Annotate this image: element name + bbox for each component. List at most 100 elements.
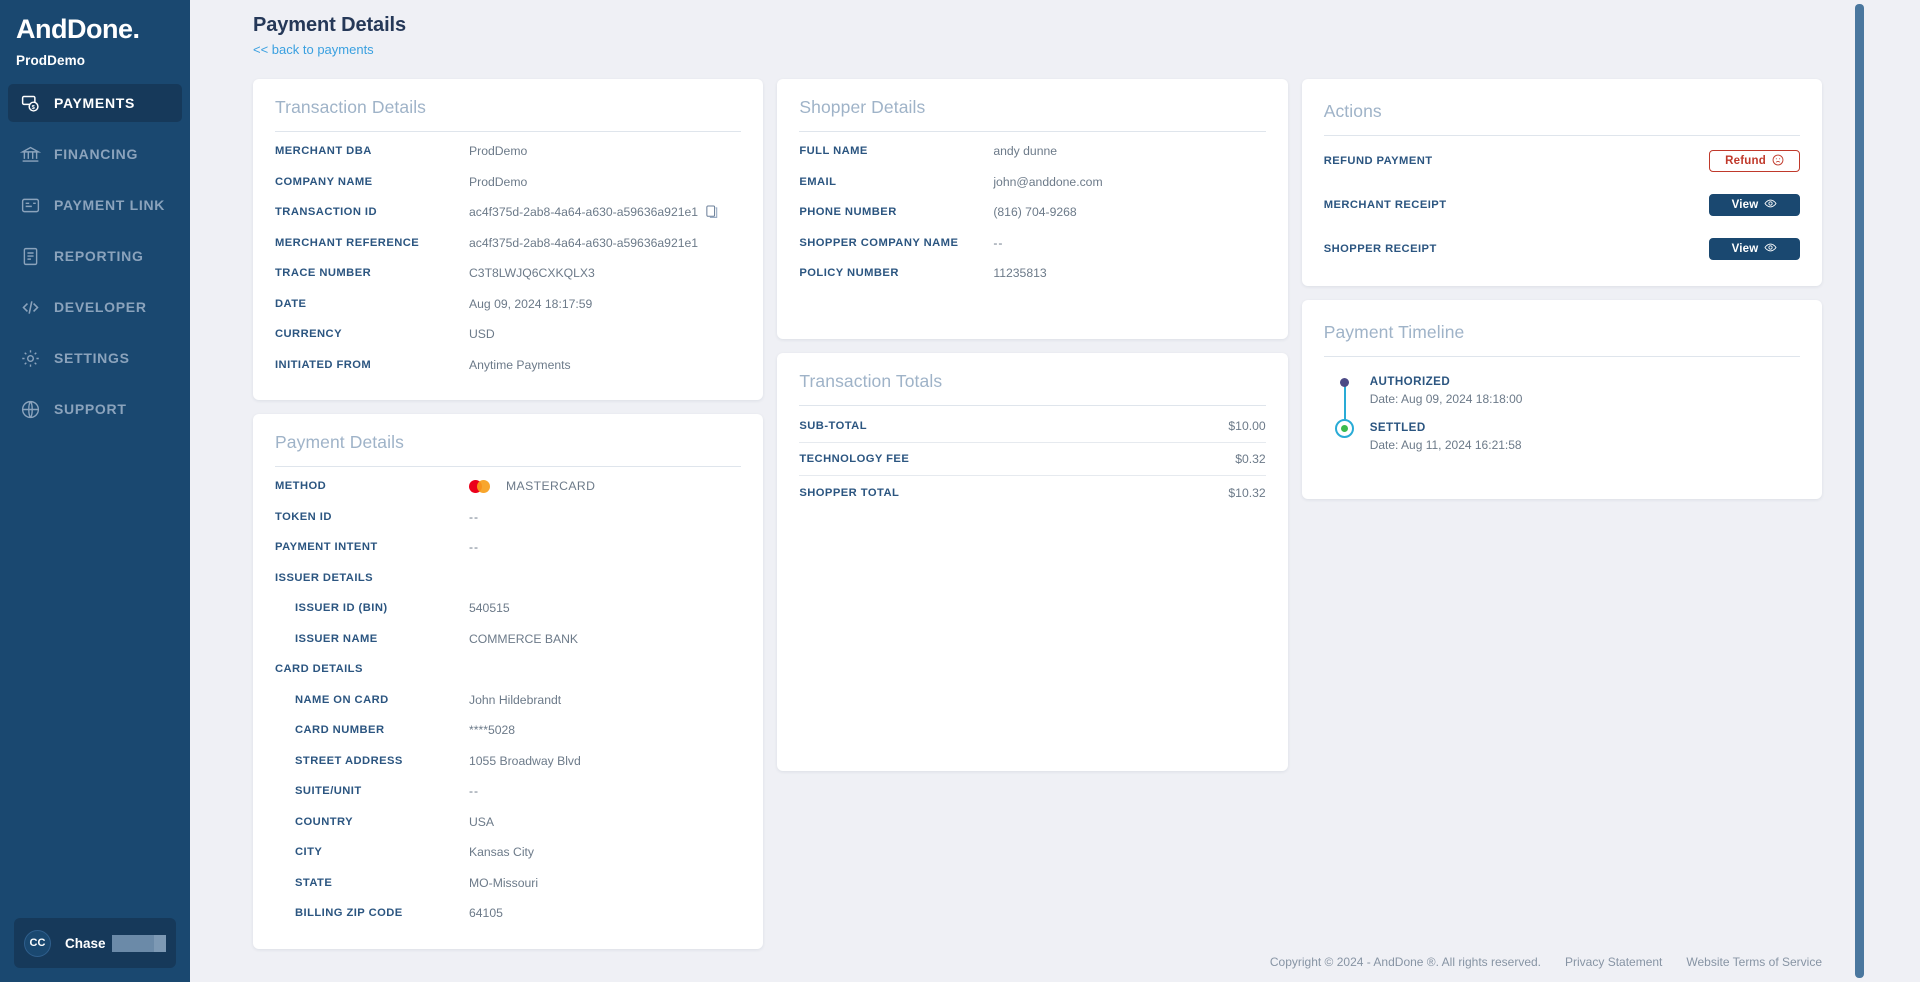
row-label: BILLING ZIP CODE: [295, 907, 403, 920]
row-label: CURRENCY: [275, 328, 342, 341]
footer: Copyright © 2024 - AndDone ®. All rights…: [1270, 955, 1822, 969]
divider: [799, 405, 1266, 406]
detail-row-card-number: CARD NUMBER ****5028: [275, 715, 741, 746]
sidebar-item-support[interactable]: SUPPORT: [8, 390, 182, 428]
page-title: Payment Details: [253, 14, 407, 36]
card-title: Payment Details: [275, 432, 404, 452]
payment-details-card: Payment Details METHOD MASTERCARD TOKEN …: [253, 414, 764, 949]
row-label: TOKEN ID: [275, 510, 332, 523]
sidebar-item-payment-link[interactable]: PAYMENT LINK: [8, 186, 182, 224]
sidebar-nav: $ PAYMENTS FINANCING PAYMENT LINK REPORT…: [0, 84, 190, 441]
detail-row-country: COUNTRY USA: [275, 807, 741, 838]
cards-grid: Transaction Details MERCHANT DBA ProdDem…: [190, 59, 1920, 949]
method-name: MASTERCARD: [506, 479, 596, 494]
row-value: ac4f375d-2ab8-4a64-a630-a59636a921e1: [469, 205, 699, 220]
card-title: Shopper Details: [799, 97, 926, 117]
row-value: USD: [469, 327, 495, 342]
row-label: SUITE/UNIT: [295, 785, 362, 798]
detail-row-policy-number: POLICY NUMBER 11235813: [799, 258, 1265, 289]
row-value: Kansas City: [469, 845, 535, 860]
refund-button[interactable]: Refund: [1709, 150, 1801, 172]
card-title: Transaction Details: [275, 97, 427, 117]
detail-row-email: EMAIL john@anddone.com: [799, 167, 1265, 198]
detail-row-merchant-dba: MERCHANT DBA ProdDemo: [275, 136, 741, 167]
shopper-receipt-view-button[interactable]: View: [1709, 238, 1801, 260]
account-card[interactable]: CC Chase: [14, 918, 176, 968]
action-row-merchant-receipt: MERCHANT RECEIPT View: [1323, 188, 1801, 222]
timeline-gutter: [1334, 419, 1358, 467]
row-label: REFUND PAYMENT: [1323, 155, 1433, 167]
row-label: NAME ON CARD: [295, 693, 389, 706]
row-label: INITIATED FROM: [275, 358, 372, 371]
divider: [275, 131, 742, 132]
row-label: ISSUER DETAILS: [275, 571, 374, 584]
row-value: USA: [469, 814, 495, 829]
footer-copyright: Copyright © 2024 - AndDone ®. All rights…: [1269, 955, 1542, 969]
row-label: CARD DETAILS: [275, 663, 363, 676]
row-value: --: [993, 235, 1004, 250]
copy-icon[interactable]: [706, 205, 718, 219]
transaction-totals-card: Transaction Totals SUB-TOTAL $10.00 TECH…: [777, 353, 1288, 771]
detail-row-phone-number: PHONE NUMBER (816) 704-9268: [799, 197, 1265, 228]
timeline-body: SETTLED Date: Aug 11, 2024 16:21:58: [1358, 421, 1522, 467]
detail-row-shopper-company-name: SHOPPER COMPANY NAME --: [799, 228, 1265, 259]
sidebar-item-settings[interactable]: SETTINGS: [8, 339, 182, 377]
row-label: MERCHANT RECEIPT: [1323, 199, 1447, 211]
row-value: ProdDemo: [469, 174, 528, 189]
action-row-refund-payment: REFUND PAYMENT Refund: [1323, 144, 1801, 178]
detail-row-payment-intent: PAYMENT INTENT --: [275, 532, 741, 563]
row-value: 64105: [469, 906, 503, 921]
page-scrollbar[interactable]: [1855, 0, 1864, 982]
divider: [1323, 356, 1801, 357]
privacy-statement-link[interactable]: Privacy Statement: [1565, 955, 1662, 969]
terms-of-service-link[interactable]: Website Terms of Service: [1686, 955, 1822, 969]
mastercard-icon: [469, 479, 490, 493]
row-label: STREET ADDRESS: [295, 754, 403, 767]
app-root: AndDone. ProdDemo $ PAYMENTS FINANCING P…: [0, 0, 1920, 982]
row-label: TRANSACTION ID: [275, 206, 378, 219]
row-label: ISSUER ID (BIN): [295, 602, 388, 615]
row-value: (816) 704-9268: [993, 205, 1077, 220]
sidebar-item-developer[interactable]: DEVELOPER: [8, 288, 182, 326]
detail-row-issuer-id-bin: ISSUER ID (BIN) 540515: [275, 593, 741, 624]
row-value: 540515: [469, 601, 510, 616]
timeline-dot-settled: [1334, 419, 1354, 438]
detail-row-merchant-reference: MERCHANT REFERENCE ac4f375d-2ab8-4a64-a6…: [275, 228, 741, 259]
eye-icon: [1764, 241, 1777, 257]
detail-row-street-address: STREET ADDRESS 1055 Broadway Blvd: [275, 746, 741, 777]
detail-row-date: DATE Aug 09, 2024 18:17:59: [275, 289, 741, 320]
payments-icon: $: [20, 93, 41, 114]
back-to-payments-link[interactable]: << back to payments: [253, 42, 374, 57]
sidebar-item-reporting[interactable]: REPORTING: [8, 237, 182, 275]
timeline-status: AUTHORIZED: [1369, 375, 1451, 388]
row-value: $10.00: [1228, 419, 1266, 433]
view-button-label: View: [1731, 243, 1759, 255]
row-value: MO-Missouri: [469, 875, 539, 890]
sidebar-item-financing[interactable]: FINANCING: [8, 135, 182, 173]
detail-row-trace-number: TRACE NUMBER C3T8LWJQ6CXKQLX3: [275, 258, 741, 289]
brand-logo[interactable]: AndDone.: [0, 0, 190, 44]
sidebar-item-label: SETTINGS: [54, 350, 130, 366]
divider: [1323, 135, 1801, 136]
sidebar-item-payments[interactable]: $ PAYMENTS: [8, 84, 182, 122]
row-label: SUB-TOTAL: [799, 420, 867, 432]
row-label: MERCHANT REFERENCE: [275, 236, 420, 249]
account-name: Chase: [65, 935, 106, 951]
row-value: --: [469, 509, 480, 524]
detail-row-transaction-id: TRANSACTION ID ac4f375d-2ab8-4a64-a630-a…: [275, 197, 741, 228]
row-label: MERCHANT DBA: [275, 145, 372, 158]
column-right: Actions REFUND PAYMENT Refund MERCHANT R…: [1301, 79, 1823, 499]
scrollbar-thumb[interactable]: [1855, 4, 1864, 978]
divider: [799, 131, 1266, 132]
row-label: METHOD: [275, 480, 327, 493]
total-row-shopper-total: SHOPPER TOTAL $10.32: [799, 476, 1265, 509]
detail-row-initiated-from: INITIATED FROM Anytime Payments: [275, 350, 741, 381]
actions-card: Actions REFUND PAYMENT Refund MERCHANT R…: [1301, 79, 1823, 286]
sidebar-item-label: PAYMENTS: [54, 95, 136, 111]
transaction-details-card: Transaction Details MERCHANT DBA ProdDem…: [253, 79, 764, 400]
merchant-receipt-view-button[interactable]: View: [1709, 194, 1801, 216]
detail-row-suite-unit: SUITE/UNIT --: [275, 776, 741, 807]
timeline-status: SETTLED: [1369, 421, 1426, 434]
row-label: POLICY NUMBER: [799, 267, 899, 280]
